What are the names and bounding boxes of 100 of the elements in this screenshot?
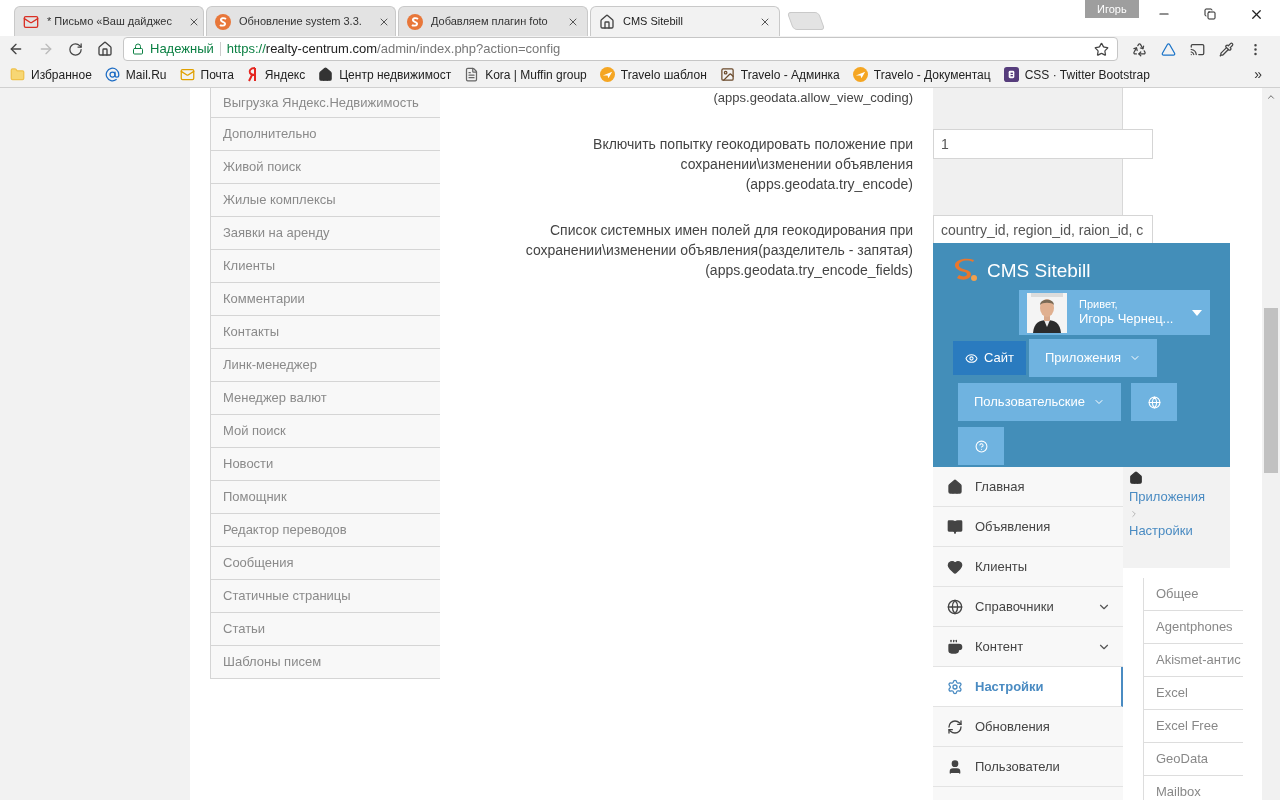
browser-tab[interactable]: * Письмо «Ваш дайджес [14, 6, 204, 36]
greeting-text: Привет, [1079, 297, 1119, 312]
address-text: https://realty-centrum.com/admin/index.php?action=config [226, 40, 561, 59]
image-icon [719, 67, 735, 82]
sidebar-item[interactable]: Обновления [933, 707, 1123, 747]
bookmarks-overflow[interactable]: » [1254, 64, 1270, 85]
plugin-list-item[interactable]: Статьи [211, 613, 440, 646]
envelope-icon [179, 67, 195, 82]
browser-tab[interactable]: Добавляем плагин foto [398, 6, 588, 36]
plugin-list-item[interactable]: Клиенты [211, 250, 440, 283]
sidebar-item[interactable]: Пользователи [933, 747, 1123, 787]
setting-label: Включить попытку геокодировать положение при сохранении\изменении объявления [592, 135, 913, 174]
settings-tab[interactable]: Mailbox [1144, 776, 1243, 800]
secure-label: Надежный [150, 40, 214, 59]
scroll-bar[interactable] [1262, 88, 1280, 800]
setting-key: (apps.geodata.try_encode) [460, 174, 913, 194]
book-icon [947, 518, 963, 535]
recycle-icon[interactable] [1132, 41, 1147, 57]
sidebar-item[interactable]: Справочники [933, 587, 1123, 627]
site-button[interactable]: Сайт [953, 341, 1026, 375]
sidebar-item[interactable]: Клиенты [933, 547, 1123, 587]
dropdown-button[interactable]: Приложения [1029, 339, 1158, 377]
setting-key: (apps.geodata.allow_view_coding) [713, 90, 913, 105]
bookmark-star-icon[interactable] [1094, 41, 1109, 57]
bookmark[interactable]: Kora | Muffin group [464, 65, 587, 84]
bookmark[interactable]: Центр недвижимост [318, 65, 452, 84]
cast-icon[interactable] [1190, 41, 1205, 57]
settings-tab[interactable]: Excel Free [1144, 710, 1243, 743]
heart-icon [947, 558, 963, 575]
back-icon[interactable] [8, 41, 24, 57]
help-icon [974, 439, 988, 453]
plugin-list-item[interactable]: Мой поиск [211, 415, 440, 448]
breadcrumb-link[interactable]: Настройки [1129, 520, 1230, 540]
circle-logo-icon [215, 13, 231, 30]
bookmark[interactable]: Mail.Ru [104, 65, 167, 84]
browser-tab[interactable]: Обновление system 3.3. [206, 6, 396, 36]
bookmark[interactable]: Travelo - Админка [719, 65, 840, 84]
page-icon [464, 67, 480, 82]
bookmark[interactable]: Travelo - Документац [852, 65, 991, 84]
plugin-list-item[interactable]: Новости [211, 448, 440, 481]
plugin-list-item[interactable]: Менеджер валют [211, 382, 440, 415]
square-badge-icon [1003, 67, 1019, 82]
breadcrumb-link[interactable]: Приложения [1129, 487, 1230, 507]
user-menu[interactable]: Привет, Игорь Чернец... [1019, 290, 1210, 335]
house-icon [599, 13, 615, 30]
settings-icon [947, 678, 963, 695]
plugin-list-item[interactable]: Редактор переводов [211, 514, 440, 547]
sidebar-item[interactable]: Главная [933, 467, 1123, 507]
envelope-icon [23, 13, 39, 30]
logo-icon [246, 67, 259, 82]
profile-badge[interactable]: Игорь [1085, 0, 1139, 18]
plugin-list-item[interactable]: Дополнительно [211, 118, 440, 151]
bookmark[interactable]: Travelo шаблон [599, 65, 707, 84]
home-icon[interactable] [97, 41, 113, 57]
globe-icon [1147, 395, 1161, 409]
setting-input[interactable]: country_id, region_id, raion_id, c [933, 215, 1153, 245]
settings-tab[interactable]: Agentphones [1144, 611, 1243, 644]
plugin-list-item[interactable]: Статичные страницы [211, 580, 440, 613]
user-name: Игорь Чернец... [1079, 311, 1175, 328]
settings-tab[interactable]: GeoData [1144, 743, 1243, 776]
bookmark[interactable]: Почта [179, 65, 234, 84]
settings-tab[interactable]: Akismet-антис [1144, 644, 1243, 677]
restore-icon[interactable] [1204, 8, 1216, 20]
plugin-list-item[interactable]: Линк-менеджер [211, 349, 440, 382]
setting-key: (apps.geodata.try_encode_fields) [460, 260, 913, 280]
settings-tab[interactable]: Общее [1144, 578, 1243, 611]
settings-tab[interactable]: Excel [1144, 677, 1243, 710]
chevron-icon [1129, 508, 1139, 519]
setting-input[interactable]: 1 [933, 129, 1153, 159]
address-bar[interactable]: Надежный https://realty-centrum.com/admin/index.php?action=config [123, 37, 1118, 61]
caret-icon [1192, 309, 1202, 316]
lock-icon [132, 43, 144, 55]
plugin-list-item[interactable]: Заявки на аренду [211, 217, 440, 250]
plane-badge-icon [852, 67, 868, 82]
bookmark[interactable]: CSS · Twitter Bootstrap [1003, 65, 1150, 84]
bookmark[interactable]: Яндекс [246, 65, 306, 84]
home-icon[interactable] [1129, 471, 1143, 485]
tab-title: * Письмо «Ваш дайджес [47, 14, 172, 30]
plugin-list-item[interactable]: Живой поиск [211, 151, 440, 184]
reload-icon[interactable] [68, 41, 83, 57]
house-icon [318, 67, 334, 82]
browser-tab[interactable]: CMS Sitebill [590, 6, 780, 36]
eyedropper-icon[interactable] [1219, 41, 1234, 57]
eye-icon [965, 351, 978, 365]
plugin-list-item[interactable]: Выгрузка Яндекс.Недвижимость [211, 88, 440, 118]
plugin-list-item[interactable]: Шаблоны писем [211, 646, 440, 679]
house-icon [947, 478, 963, 495]
plugin-list-item[interactable]: Жилые комплексы [211, 184, 440, 217]
triangle-icon[interactable] [1161, 41, 1176, 57]
plugin-list-item[interactable]: Помощник [211, 481, 440, 514]
dropdown-button[interactable]: Пользовательские [958, 383, 1122, 421]
close-icon[interactable] [1249, 7, 1264, 22]
at-sign-icon [104, 67, 120, 82]
plugin-list-item[interactable]: Комментарии [211, 283, 440, 316]
cup-icon [947, 638, 963, 655]
bookmark[interactable]: Избранное [10, 65, 92, 84]
plugin-list-item[interactable]: Сообщения [211, 547, 440, 580]
sidebar-item[interactable]: Настройки [933, 667, 1123, 707]
plugin-list-item[interactable]: Контакты [211, 316, 440, 349]
globe-button[interactable] [1131, 383, 1178, 421]
